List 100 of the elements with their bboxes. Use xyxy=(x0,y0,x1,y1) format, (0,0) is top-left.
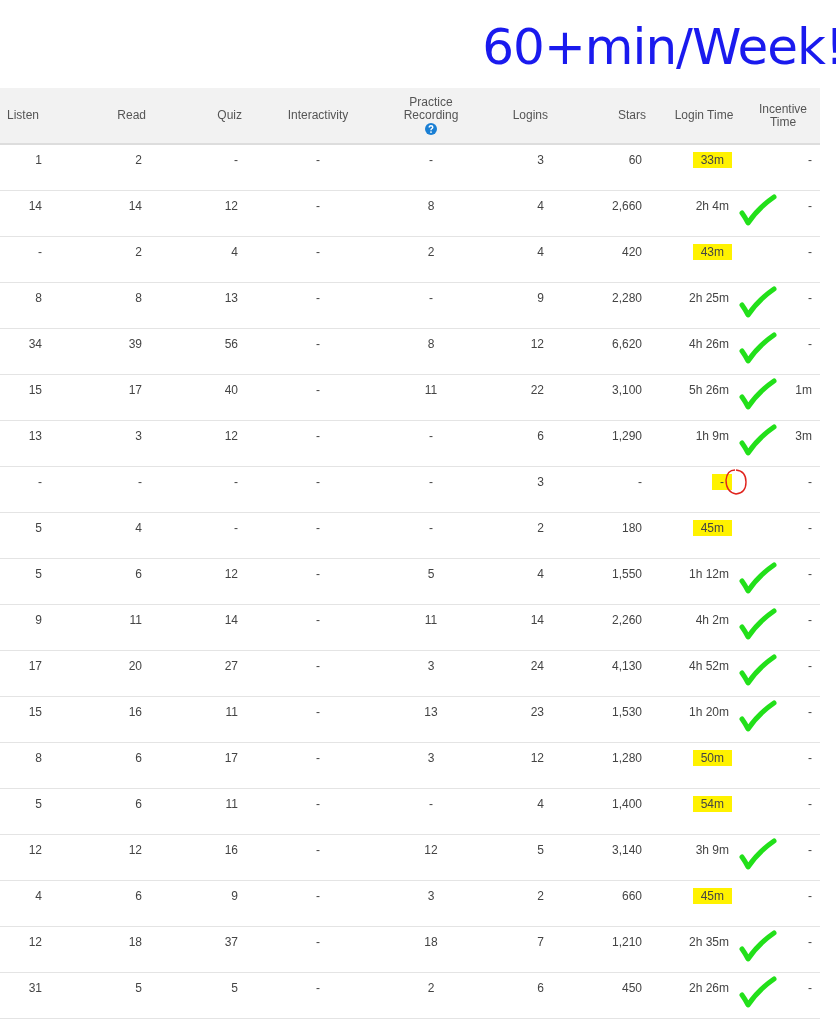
table-cell: 6 xyxy=(135,567,142,581)
table-cell: 27 xyxy=(224,659,238,673)
table-cell-text: 4h 52m xyxy=(687,658,730,674)
table-cell: 5 xyxy=(537,843,544,857)
table-cell: - xyxy=(638,475,642,489)
table-cell: - xyxy=(808,291,812,305)
table-cell: 12 xyxy=(128,843,142,857)
table-cell: - xyxy=(808,935,812,949)
table-cell: 15 xyxy=(28,383,42,397)
table-cell: 12 xyxy=(28,935,42,949)
help-icon[interactable] xyxy=(425,123,437,135)
table-cell: 5 xyxy=(135,981,142,995)
table-cell: 2 xyxy=(135,153,142,167)
table-cell: - xyxy=(316,981,320,995)
table-cell: 12 xyxy=(530,751,544,765)
check-mark-icon xyxy=(738,285,778,319)
check-mark-icon xyxy=(738,193,778,227)
table-cell: 6 xyxy=(135,797,142,811)
table-cell-text: 2h 35m xyxy=(687,934,730,950)
table-cell: 37 xyxy=(224,935,238,949)
table-cell: 6 xyxy=(537,981,544,995)
table-cell: - xyxy=(808,751,812,765)
table-cell: 2 xyxy=(427,981,435,995)
table-cell: 16 xyxy=(128,705,142,719)
table-cell: 45m xyxy=(692,520,732,536)
table-cell: 3,140 xyxy=(611,843,642,857)
handwritten-note: 60+min/Week! xyxy=(482,17,836,78)
table-cell: - xyxy=(316,245,320,259)
table-cell: 450 xyxy=(621,981,642,995)
table-cell: 17 xyxy=(28,659,42,673)
table-cell: 3 xyxy=(537,153,544,167)
table-cell: 13 xyxy=(424,705,438,719)
table-cell: 45m xyxy=(692,888,732,904)
check-mark-icon xyxy=(738,975,778,1009)
table-cell-text: 5h 26m xyxy=(687,382,730,398)
table-cell: 11 xyxy=(129,613,142,627)
table-cell: 54m xyxy=(692,796,732,812)
table-cell: 12 xyxy=(224,429,238,443)
table-cell: 23 xyxy=(530,705,544,719)
table-cell: - xyxy=(808,981,812,995)
table-cell: 20 xyxy=(128,659,142,673)
table-cell: - xyxy=(316,797,320,811)
table-cell: 5 xyxy=(231,981,238,995)
table-cell: 5 xyxy=(35,521,42,535)
table-cell: - xyxy=(316,659,320,673)
table-cell: 420 xyxy=(621,245,642,259)
table-cell: 2 xyxy=(135,245,142,259)
circle-mark xyxy=(723,467,749,497)
table-cell: 14 xyxy=(224,613,238,627)
table-cell: 1m xyxy=(795,383,812,397)
table-cell: 18 xyxy=(424,935,438,949)
table-cell: - xyxy=(808,567,812,581)
table-cell: - xyxy=(38,475,42,489)
table-cell: - xyxy=(808,889,812,903)
table-cell: 56 xyxy=(224,337,238,351)
table-cell: - xyxy=(429,521,433,535)
table-cell: 2 xyxy=(427,245,435,259)
table-cell: 7 xyxy=(537,935,544,949)
table-cell: - xyxy=(234,475,238,489)
table-cell: 31 xyxy=(28,981,42,995)
table-cell: - xyxy=(316,291,320,305)
table-cell: 16 xyxy=(224,843,238,857)
table-cell: 180 xyxy=(621,521,642,535)
table-cell: 11 xyxy=(225,797,238,811)
table-cell: - xyxy=(808,521,812,535)
table-cell: - xyxy=(808,613,812,627)
table-cell: 17 xyxy=(128,383,142,397)
check-mark-icon xyxy=(738,423,778,457)
table-cell: 1,280 xyxy=(611,751,642,765)
table-cell: 3 xyxy=(135,429,142,443)
table-cell: 24 xyxy=(530,659,544,673)
table-cell-text: 3h 9m xyxy=(694,842,730,858)
table-cell: - xyxy=(316,475,320,489)
table-cell: 4 xyxy=(537,245,544,259)
table-cell: - xyxy=(808,153,812,167)
table-cell: 12 xyxy=(28,843,42,857)
table-cell: - xyxy=(316,337,320,351)
table-cell: - xyxy=(234,153,238,167)
table-cell: - xyxy=(429,429,433,443)
table-cell: 4,130 xyxy=(611,659,642,673)
table-cell: - xyxy=(316,935,320,949)
table-cell: - xyxy=(808,245,812,259)
table-cell: 3m xyxy=(795,429,812,443)
table-cell: 8 xyxy=(35,751,42,765)
table-cell: 5 xyxy=(427,567,435,581)
table-cell: 8 xyxy=(427,199,435,213)
table-cell: 1,210 xyxy=(611,935,642,949)
table-cell: 4 xyxy=(537,797,544,811)
table-cell: - xyxy=(429,797,433,811)
table-cell: 13 xyxy=(224,291,238,305)
table-cell: 1,530 xyxy=(611,705,642,719)
table-cell: 14 xyxy=(128,199,142,213)
table-cell-text: 4h 2m xyxy=(694,612,730,628)
table-cell: 8 xyxy=(427,337,435,351)
table-cell: 9 xyxy=(231,889,238,903)
table-cell: 6 xyxy=(537,429,544,443)
table-cell: - xyxy=(808,843,812,857)
table-cell: - xyxy=(712,474,732,490)
table-cell: - xyxy=(316,521,320,535)
table-cell: 4 xyxy=(35,889,42,903)
